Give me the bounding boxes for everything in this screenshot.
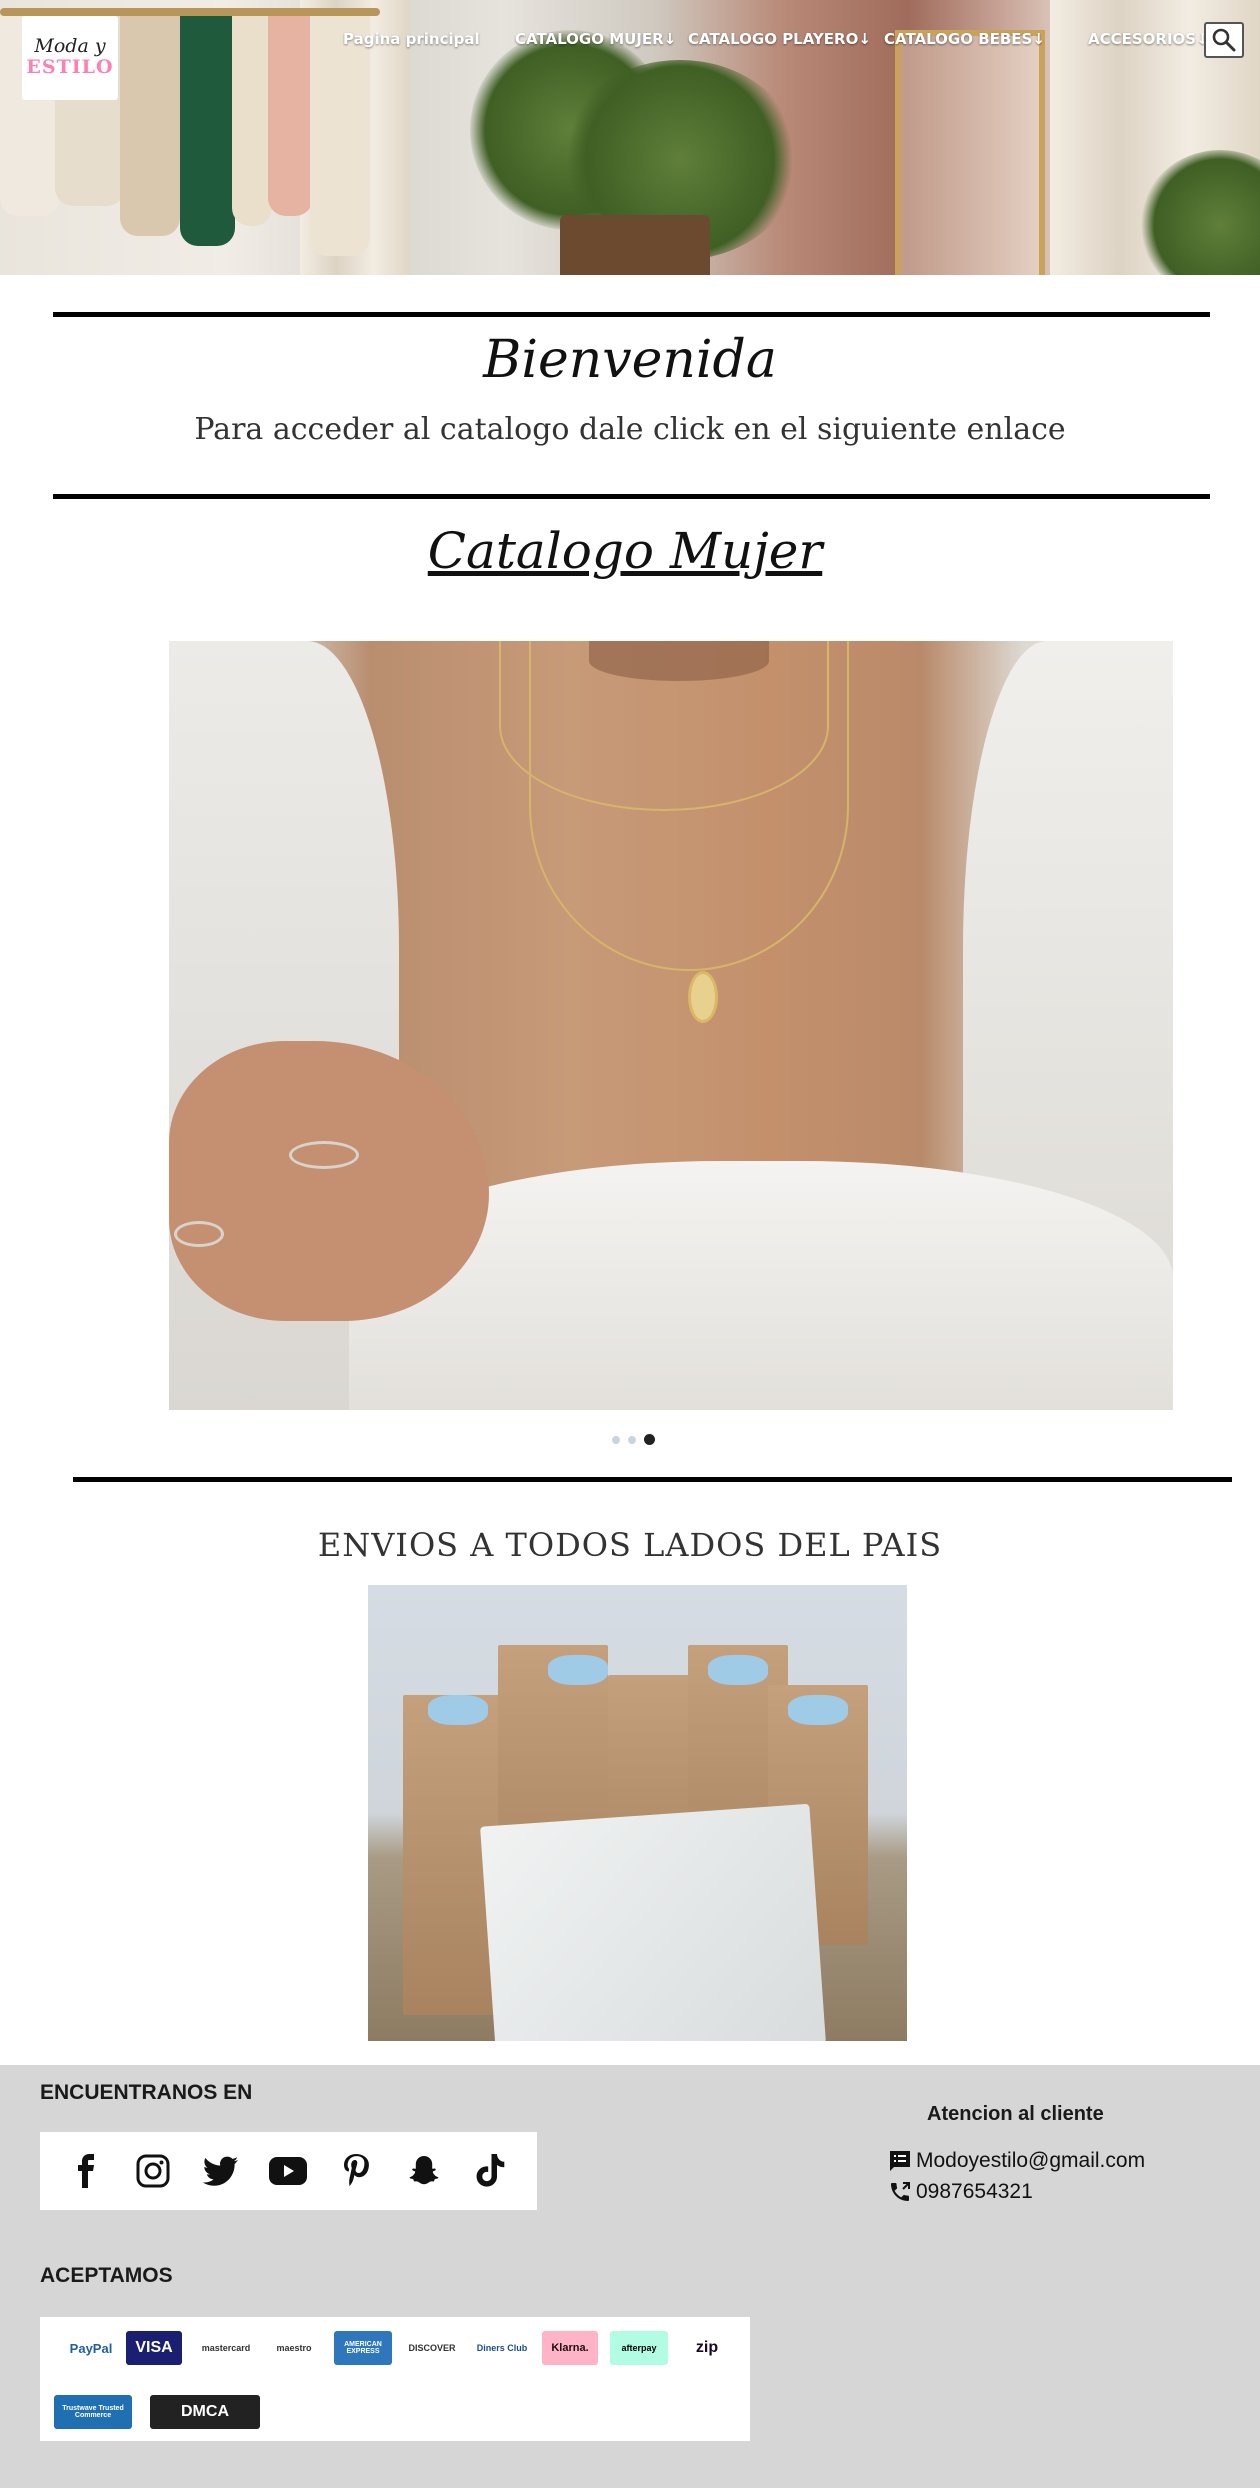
necklace-chain [529, 641, 849, 971]
payment-badge: DMCA [150, 2395, 260, 2429]
facebook-icon[interactable] [66, 2151, 106, 2191]
divider [53, 312, 1210, 317]
search-button[interactable] [1204, 22, 1244, 58]
social-heading: ENCUENTRANOS EN [40, 2081, 253, 2104]
slider-dot[interactable] [628, 1435, 636, 1444]
ring [289, 1141, 359, 1169]
image-detail [169, 1041, 489, 1321]
garment [310, 16, 370, 256]
pinterest-icon[interactable] [336, 2151, 376, 2191]
payment-badge: Trustwave Trusted Commerce [54, 2395, 132, 2429]
site-logo[interactable]: Moda y ESTILO [22, 16, 118, 100]
nav-catalogo-mujer[interactable]: CATALOGO MUJER↓ [515, 30, 676, 48]
payment-badge: Diners Club [472, 2331, 532, 2365]
image-detail [788, 1695, 848, 1725]
payment-methods: PayPal VISA mastercard maestro AMERICAN EXPR… [40, 2317, 750, 2441]
nav-accesorios[interactable]: ACCESORIOS↓ [1088, 30, 1209, 48]
slider-dot[interactable] [612, 1435, 620, 1444]
payment-badge: maestro [266, 2331, 322, 2365]
garment [120, 16, 180, 236]
phone-text: 0987654321 [916, 2180, 1033, 2203]
welcome-subtitle: Para acceder al catalogo dale click en e… [194, 412, 1066, 447]
garment [180, 16, 235, 246]
shipping-image [368, 1585, 907, 2041]
image-detail [428, 1695, 488, 1725]
tiktok-icon[interactable] [471, 2151, 511, 2191]
divider [53, 494, 1210, 499]
image-detail [708, 1655, 768, 1685]
payment-badge: afterpay [610, 2331, 668, 2365]
customer-service-heading: Atencion al cliente [927, 2103, 1104, 2125]
garment [268, 16, 313, 216]
ring [174, 1221, 224, 1247]
instagram-icon[interactable] [133, 2151, 173, 2191]
nav-catalogo-bebes[interactable]: CATALOGO BEBES↓ [884, 30, 1045, 48]
phone-icon [891, 2182, 910, 2201]
payment-badge: mastercard [198, 2331, 254, 2365]
payment-badge: PayPal [54, 2331, 128, 2365]
payment-badge: DISCOVER [404, 2331, 460, 2365]
slider-dots [612, 1434, 655, 1445]
garment [232, 16, 272, 226]
youtube-icon[interactable] [268, 2151, 308, 2191]
shipping-title: ENVIOS A TODOS LADOS DEL PAIS [317, 1526, 943, 1564]
nav-home[interactable]: Pagina principal [343, 30, 480, 48]
search-icon [1212, 28, 1236, 52]
snapchat-icon[interactable] [404, 2151, 444, 2191]
email-text: Modoyestilo@gmail.com [916, 2149, 1146, 2172]
payments-heading: ACEPTAMOS [40, 2264, 173, 2287]
social-links [40, 2132, 537, 2210]
catalog-mujer-link[interactable]: Catalogo Mujer [0, 522, 1250, 580]
header-banner: Moda y ESTILO Pagina principal CATALOGO … [0, 0, 1260, 275]
contact-phone[interactable]: 0987654321 [888, 2180, 1033, 2204]
message-icon [890, 2151, 910, 2171]
nav-catalogo-playero[interactable]: CATALOGO PLAYERO↓ [688, 30, 871, 48]
image-detail [480, 1803, 826, 2041]
payment-badge: Klarna. [542, 2331, 598, 2365]
clothes-rack [0, 8, 380, 16]
necklace-pendant [688, 971, 718, 1023]
mirror [895, 30, 1045, 275]
logo-text-top: Moda y [34, 35, 106, 58]
slider-dot[interactable] [644, 1434, 655, 1445]
payment-badge: VISA [126, 2331, 182, 2365]
payment-badge: AMERICAN EXPRESS [334, 2331, 392, 2365]
slider-image[interactable] [169, 641, 1173, 1410]
plant-pot [560, 215, 710, 275]
image-detail [548, 1655, 608, 1685]
logo-text-bottom: ESTILO [26, 56, 114, 79]
payment-badge: zip [676, 2331, 738, 2365]
contact-email[interactable]: Modoyestilo@gmail.com [888, 2149, 1145, 2173]
welcome-title: Bienvenida [483, 330, 777, 390]
twitter-icon[interactable] [201, 2151, 241, 2191]
divider [73, 1477, 1232, 1482]
